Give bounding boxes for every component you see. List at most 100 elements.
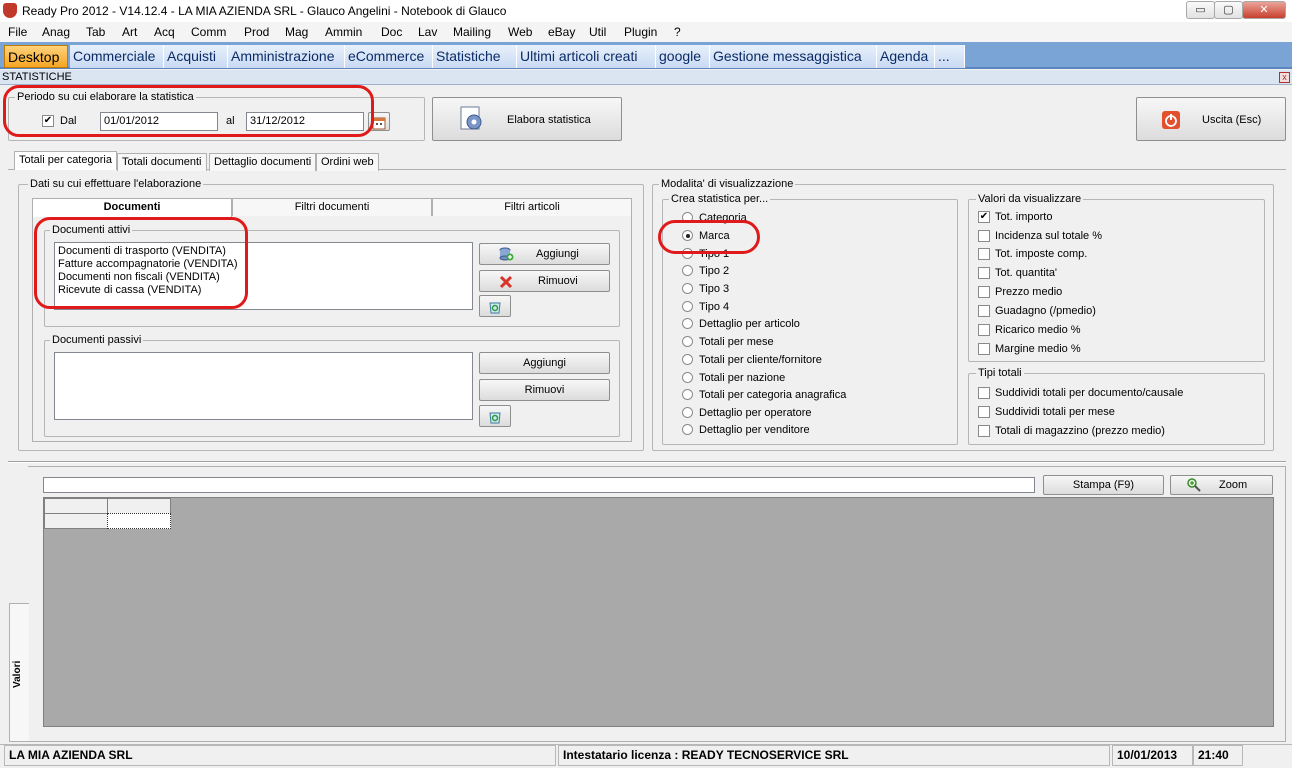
tab-filtri-articoli[interactable]: Filtri articoli: [432, 198, 632, 216]
tab-agenda[interactable]: Agenda: [877, 45, 935, 68]
radio-tipo-3[interactable]: [682, 283, 693, 294]
check-guadagno-label: Guadagno (/pmedio): [995, 305, 1096, 317]
from-date-checkbox[interactable]: ✔: [42, 115, 54, 127]
results-grid[interactable]: [43, 497, 1274, 727]
radio-totali-categoria-anagrafica[interactable]: [682, 389, 693, 400]
menu-item-mag[interactable]: Mag: [285, 25, 308, 39]
radio-totali-mese[interactable]: [682, 336, 693, 347]
menu-item-acq[interactable]: Acq: [154, 25, 175, 39]
documenti-passivi-list[interactable]: [54, 352, 473, 420]
check-incidenza-label: Incidenza sul totale %: [995, 230, 1103, 242]
tab-amministrazione[interactable]: Amministrazione: [228, 45, 345, 68]
attivi-recycle-button[interactable]: [479, 295, 511, 317]
calendar-button[interactable]: [368, 112, 390, 131]
menu-item-web[interactable]: Web: [508, 25, 532, 39]
menu-item-anag[interactable]: Anag: [42, 25, 70, 39]
stampa-button[interactable]: Stampa (F9): [1043, 475, 1164, 495]
menu-item-file[interactable]: File: [8, 25, 27, 39]
elabora-statistica-label: Elabora statistica: [507, 114, 591, 126]
menu-item-art[interactable]: Art: [122, 25, 137, 39]
attivi-aggiungi-button[interactable]: Aggiungi: [479, 243, 610, 265]
check-tot-quantita[interactable]: [978, 267, 990, 279]
list-item[interactable]: Documenti di trasporto (VENDITA): [58, 245, 469, 258]
from-label: Dal: [60, 115, 77, 127]
tab-gestione-messaggistica[interactable]: Gestione messaggistica: [710, 45, 877, 68]
radio-tipo-4[interactable]: [682, 301, 693, 312]
minimize-button[interactable]: ▭: [1186, 1, 1215, 19]
tab-more[interactable]: ...: [935, 45, 965, 68]
tab-valori[interactable]: Valori: [9, 603, 29, 742]
radio-totali-cliente[interactable]: [682, 354, 693, 365]
tab-google[interactable]: google: [656, 45, 710, 68]
to-date-field[interactable]: 31/12/2012: [246, 112, 364, 131]
radio-dettaglio-venditore[interactable]: [682, 424, 693, 435]
passivi-aggiungi-button[interactable]: Aggiungi: [479, 352, 610, 374]
radio-marca[interactable]: [682, 230, 693, 241]
tab-totali-documenti[interactable]: Totali documenti: [117, 153, 207, 171]
elabora-statistica-button[interactable]: Elabora statistica: [432, 97, 622, 141]
panel-close-button[interactable]: x: [1279, 72, 1290, 83]
from-date-field[interactable]: 01/01/2012: [100, 112, 218, 131]
tab-totali-per-categoria[interactable]: Totali per categoria: [14, 151, 117, 170]
documenti-attivi-list[interactable]: Documenti di trasporto (VENDITA) Fatture…: [54, 242, 473, 310]
tab-documenti[interactable]: Documenti: [32, 198, 232, 217]
check-totali-magazzino[interactable]: [978, 425, 990, 437]
power-icon: [1162, 111, 1180, 129]
menu-item-ammin[interactable]: Ammin: [325, 25, 362, 39]
menu-item-tab[interactable]: Tab: [86, 25, 105, 39]
tab-commerciale[interactable]: Commerciale: [70, 45, 164, 68]
tab-filtri-documenti[interactable]: Filtri documenti: [232, 198, 432, 216]
menu-item-util[interactable]: Util: [589, 25, 606, 39]
menu-item-lav[interactable]: Lav: [418, 25, 437, 39]
tab-statistiche[interactable]: Statistiche: [433, 45, 517, 68]
radio-totali-nazione[interactable]: [682, 372, 693, 383]
check-incidenza[interactable]: [978, 230, 990, 242]
check-totali-magazzino-label: Totali di magazzino (prezzo medio): [995, 425, 1165, 437]
check-tot-importo[interactable]: ✔: [978, 211, 990, 223]
radio-dettaglio-articolo[interactable]: [682, 318, 693, 329]
close-button[interactable]: ✕: [1242, 1, 1286, 19]
uscita-button[interactable]: Uscita (Esc): [1136, 97, 1286, 141]
radio-categoria[interactable]: [682, 212, 693, 223]
menu-item-plugin[interactable]: Plugin: [624, 25, 657, 39]
check-prezzo-medio[interactable]: [978, 286, 990, 298]
radio-tipo-2[interactable]: [682, 265, 693, 276]
modalita-group-label: Modalita' di visualizzazione: [659, 178, 796, 190]
menu-item-ebay[interactable]: eBay: [548, 25, 575, 39]
attivi-rimuovi-button[interactable]: Rimuovi: [479, 270, 610, 292]
list-item[interactable]: Ricevute di cassa (VENDITA): [58, 284, 469, 297]
radio-tipo-1[interactable]: [682, 248, 693, 259]
check-ricarico-medio[interactable]: [978, 324, 990, 336]
check-tot-importo-label: Tot. importo: [995, 211, 1053, 223]
tab-ecommerce[interactable]: eCommerce: [345, 45, 433, 68]
menu-item-prod[interactable]: Prod: [244, 25, 269, 39]
passivi-rimuovi-button[interactable]: Rimuovi: [479, 379, 610, 401]
menu-item-mailing[interactable]: Mailing: [453, 25, 491, 39]
menu-item-doc[interactable]: Doc: [381, 25, 402, 39]
menu-item-help[interactable]: ?: [674, 25, 681, 39]
tab-ultimi-articoli[interactable]: Ultimi articoli creati: [517, 45, 656, 68]
check-margine-medio[interactable]: [978, 343, 990, 355]
menu-bar: File Anag Tab Art Acq Comm Prod Mag Ammi…: [0, 22, 1292, 42]
tab-dettaglio-documenti[interactable]: Dettaglio documenti: [209, 153, 317, 171]
check-suddividi-documento[interactable]: [978, 387, 990, 399]
panel-title: STATISTICHE: [2, 71, 72, 83]
menu-item-comm[interactable]: Comm: [191, 25, 226, 39]
check-tot-imposte[interactable]: [978, 248, 990, 260]
zoom-button[interactable]: Zoom: [1170, 475, 1273, 495]
list-item[interactable]: Fatture accompagnatorie (VENDITA): [58, 258, 469, 271]
tab-valori-label: Valori: [12, 660, 23, 688]
passivi-recycle-button[interactable]: [479, 405, 511, 427]
list-item[interactable]: Documenti non fiscali (VENDITA): [58, 271, 469, 284]
restore-button[interactable]: ▢: [1214, 1, 1243, 19]
grid-cell[interactable]: [107, 513, 171, 529]
check-suddividi-mese[interactable]: [978, 406, 990, 418]
radio-dettaglio-operatore[interactable]: [682, 407, 693, 418]
tab-acquisti[interactable]: Acquisti: [164, 45, 228, 68]
check-guadagno[interactable]: [978, 305, 990, 317]
tab-ordini-web[interactable]: Ordini web: [316, 153, 379, 171]
results-filter-field[interactable]: [43, 477, 1035, 493]
remove-x-icon: [499, 275, 513, 289]
tab-desktop[interactable]: Desktop: [4, 45, 68, 68]
radio-dettaglio-articolo-label: Dettaglio per articolo: [699, 318, 800, 330]
